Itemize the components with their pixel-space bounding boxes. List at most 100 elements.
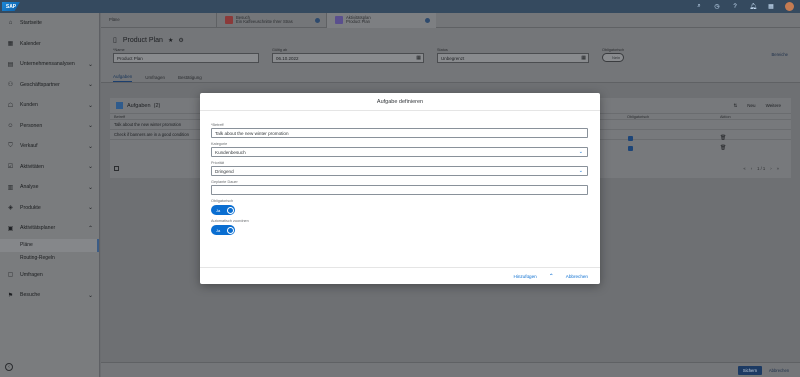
- obligatorisch-toggle[interactable]: Nein: [602, 53, 624, 62]
- sidebar-subitem-routing-regeln[interactable]: Routing-Regeln: [0, 252, 99, 265]
- table-title: Aufgaben: [127, 102, 151, 109]
- tab-bestaetigung[interactable]: Bestätigung: [178, 75, 202, 82]
- shell-icons: ⌕ ◷ ? 🔔︎ ▦: [695, 2, 794, 11]
- notifications-icon[interactable]: 🔔︎: [749, 3, 757, 10]
- table-count: (2): [153, 102, 161, 109]
- sidebar-item-verkauf[interactable]: ⛉ Verkauf ⌄: [0, 136, 99, 157]
- tab-plaene[interactable]: Pläne: [101, 13, 216, 28]
- col-betreff: Betreff: [114, 114, 126, 119]
- help-icon[interactable]: ?: [731, 4, 739, 10]
- switch-knob: [226, 226, 234, 234]
- define-task-dialog: Aufgabe definieren *Betreff Talk about t…: [200, 93, 600, 284]
- betreff-input[interactable]: Talk about the new winter promotion: [211, 128, 588, 138]
- delete-icon[interactable]: 🗑︎: [720, 145, 726, 151]
- sidebar-subitem-plaene[interactable]: Pläne: [0, 238, 99, 252]
- select-all-checkbox[interactable]: [114, 166, 119, 171]
- tab-besuch-subtitle: Ein Kaffeeuschnitte Ihrer Stras: [236, 19, 293, 24]
- prioritaet-select[interactable]: Dringend ⌄: [211, 166, 588, 176]
- chevron-down-icon: ⌄: [87, 164, 93, 171]
- chevron-down-icon: ⌄: [87, 292, 93, 299]
- bereiche-menu[interactable]: Bereiche: [771, 52, 788, 57]
- dialog-footer: Hinzufügen ⌃ Abbrechen: [200, 267, 600, 284]
- prev-page-icon[interactable]: ‹: [751, 166, 752, 171]
- chevron-down-icon[interactable]: ⌄: [579, 149, 583, 155]
- visit-icon: ⚑: [7, 292, 14, 299]
- kategorie-select[interactable]: Kundenbesuch ⌄: [211, 147, 588, 157]
- sales-icon: ⛉: [8, 142, 13, 149]
- first-page-icon[interactable]: «: [743, 166, 745, 171]
- footer-bar: Sichern Abbrechen: [101, 362, 800, 377]
- col-aktion: Aktion: [720, 114, 731, 119]
- sidebar-item-produkte[interactable]: ◈ Produkte ⌄: [0, 198, 99, 219]
- obligatorisch-dialog-label: Obligatorisch: [211, 199, 234, 203]
- chevron-up-icon[interactable]: ⌃: [549, 273, 554, 280]
- sidebar-item-kalender[interactable]: ▦ Kalender: [0, 34, 99, 55]
- subtabs: Aufgaben Umfragen Bestätigung: [101, 72, 800, 83]
- more-button[interactable]: Weitere: [766, 103, 781, 109]
- sidebar-item-besuche[interactable]: ⚑ Besuche ⌄: [0, 285, 99, 306]
- save-button[interactable]: Sichern: [738, 366, 762, 375]
- switch-knob: [226, 206, 234, 214]
- new-button[interactable]: Neu: [747, 103, 755, 109]
- sidebar-item-analyse[interactable]: ▥ Analyse ⌄: [0, 177, 99, 198]
- chevron-down-icon: ⌄: [87, 184, 93, 191]
- sidebar-item-kunden[interactable]: ☖ Kunden ⌄: [0, 95, 99, 116]
- visit-tab-icon: [225, 16, 233, 24]
- calendar-icon[interactable]: ▦: [581, 55, 586, 61]
- apps-icon[interactable]: ▦: [767, 3, 775, 10]
- people-icon: ☺: [7, 122, 14, 129]
- close-tab-icon[interactable]: [425, 17, 430, 23]
- settings-icon[interactable]: ⚙: [178, 37, 183, 44]
- sidebar-item-aktivitaetsplaner[interactable]: ▣ Aktivitätsplaner ⌃: [0, 218, 99, 239]
- gueltig-ab-field[interactable]: 06.10.2022 ▦: [272, 53, 424, 63]
- chevron-down-icon: ⌄: [87, 82, 93, 89]
- survey-icon: ▢: [7, 272, 14, 279]
- sidebar: ⌂ Startseite ▦ Kalender ▤ Unternehmensanaly…: [0, 13, 100, 377]
- sort-icon[interactable]: ⇅: [734, 103, 738, 109]
- document-icon: ▯: [113, 37, 117, 44]
- shell-bar: SAP ⌕ ◷ ? 🔔︎ ▦: [0, 0, 800, 13]
- favorite-icon[interactable]: ★: [168, 37, 173, 44]
- cancel-button[interactable]: Abbrechen: [766, 366, 792, 375]
- status-field[interactable]: Unbegrenzt ▦: [437, 53, 589, 63]
- collapse-sidebar-icon[interactable]: ‹: [5, 363, 13, 371]
- last-page-icon[interactable]: »: [777, 166, 779, 171]
- avatar[interactable]: [785, 2, 794, 11]
- add-button[interactable]: Hinzufügen: [513, 274, 536, 279]
- chevron-down-icon[interactable]: ⌄: [579, 168, 583, 174]
- search-icon[interactable]: ⌕: [695, 3, 703, 10]
- chevron-down-icon: ⌄: [87, 143, 93, 150]
- plan-tab-icon: [335, 16, 343, 24]
- obligatorisch-switch[interactable]: Ja: [211, 205, 235, 215]
- next-page-icon[interactable]: ›: [770, 166, 771, 171]
- sidebar-item-startseite[interactable]: ⌂ Startseite: [0, 13, 99, 34]
- geplante-dauer-input[interactable]: [211, 185, 588, 195]
- sap-logo[interactable]: SAP: [2, 2, 20, 11]
- tab-aktivitaetsplan[interactable]: Aktivitätsplan Product Plan: [326, 12, 436, 28]
- sidebar-item-personen[interactable]: ☺ Personen ⌄: [0, 116, 99, 137]
- sidebar-item-aktivitaeten[interactable]: ☑ Aktivitäten ⌄: [0, 157, 99, 178]
- dialog-cancel-button[interactable]: Abbrechen: [566, 274, 588, 279]
- chevron-down-icon: ⌄: [87, 102, 93, 109]
- pager: « ‹ 1 / 1 › »: [743, 166, 779, 171]
- name-field[interactable]: Product Plan: [113, 53, 259, 63]
- tab-aufgaben[interactable]: Aufgaben: [113, 74, 133, 82]
- activity-icon: ☑: [7, 164, 14, 171]
- sidebar-item-umfragen[interactable]: ▢ Umfragen: [0, 265, 99, 286]
- sidebar-item-geschaeftspartner[interactable]: ⚇ Geschäftspartner ⌄: [0, 75, 99, 96]
- tab-plan-subtitle: Product Plan: [346, 19, 370, 24]
- checkbox[interactable]: [628, 136, 633, 141]
- delete-icon[interactable]: 🗑︎: [720, 135, 726, 141]
- close-tab-icon[interactable]: [315, 17, 320, 23]
- page-number: 1 / 1: [757, 166, 766, 171]
- automatisch-zuordnen-switch[interactable]: Ja: [211, 225, 235, 235]
- history-icon[interactable]: ◷: [713, 3, 721, 10]
- partner-icon: ⚇: [7, 82, 14, 89]
- checkbox[interactable]: [628, 146, 633, 151]
- tab-besuch[interactable]: Besuch Ein Kaffeeuschnitte Ihrer Stras: [216, 12, 326, 28]
- tab-umfragen[interactable]: Umfragen: [145, 75, 165, 82]
- calendar-icon[interactable]: ▦: [416, 55, 421, 61]
- chevron-down-icon: ⌄: [87, 205, 93, 212]
- object-header: ▯ Product Plan ★ ⚙ Bereiche *Name Produc…: [101, 28, 800, 72]
- sidebar-item-unternehmensanalysen[interactable]: ▤ Unternehmensanalysen ⌄: [0, 54, 99, 75]
